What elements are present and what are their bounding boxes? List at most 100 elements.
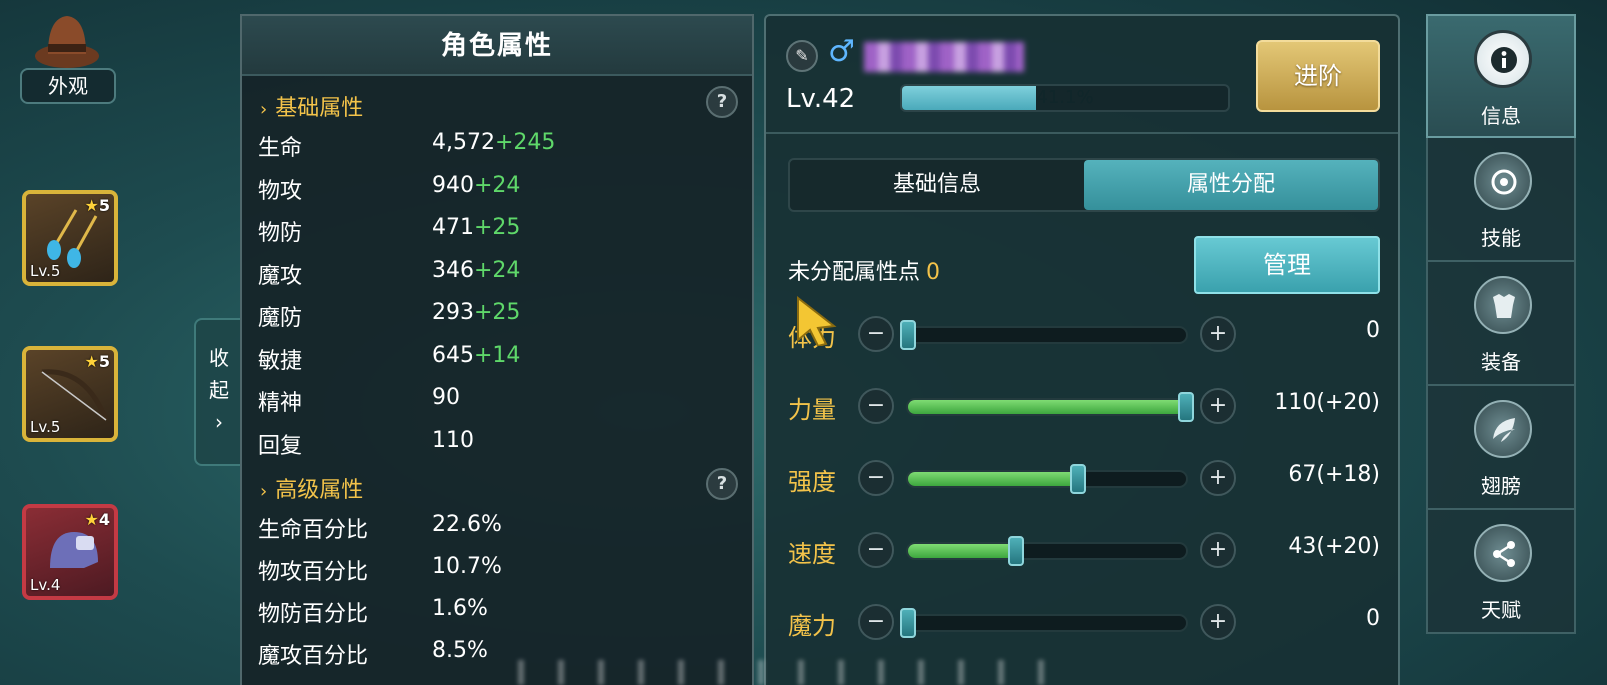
exp-progress-bar: 41.1% xyxy=(900,84,1230,112)
tab-attribute-allocation[interactable]: 属性分配 xyxy=(1084,160,1378,210)
slider-handle[interactable] xyxy=(900,608,916,638)
cursor-pointer-icon xyxy=(797,296,837,346)
slider-handle[interactable] xyxy=(1178,392,1194,422)
attribute-value: 346+24 xyxy=(432,257,521,283)
attribute-row: 物攻百分比 10.7% xyxy=(258,554,738,594)
attribute-name: 物攻 xyxy=(258,178,303,204)
attribute-row: 精神 90 xyxy=(258,385,738,425)
stat-allocation-row: 强度 − +67(+18) xyxy=(788,460,1380,500)
increase-button[interactable]: + xyxy=(1200,316,1236,352)
helmet-icon xyxy=(50,532,98,568)
slot-level: Lv.5 xyxy=(30,418,61,436)
attribute-name: 生命 xyxy=(258,136,303,161)
decrease-button[interactable]: − xyxy=(858,388,894,424)
advance-button[interactable]: 进阶 xyxy=(1256,40,1380,112)
character-header: ✎ ♂ Lv.42 41.1% 进阶 xyxy=(766,16,1398,134)
increase-button[interactable]: + xyxy=(1200,388,1236,424)
hat-icon xyxy=(35,16,99,68)
attribute-row: 回复 110 xyxy=(258,428,738,468)
attribute-row: 敏捷 645+14 xyxy=(258,343,738,383)
slot-level: Lv.4 xyxy=(30,576,61,594)
slot-stars: ★5 xyxy=(84,352,110,371)
stat-slider[interactable] xyxy=(906,464,1188,494)
earring-icon xyxy=(47,209,98,268)
sidebar-item-label: 信息 xyxy=(1481,104,1521,128)
attribute-value: 1.6% xyxy=(432,596,488,621)
slider-handle[interactable] xyxy=(1069,464,1086,494)
equipment-slot-bow[interactable]: ★5 Lv.5 xyxy=(22,346,118,442)
stat-slider[interactable] xyxy=(900,320,1188,350)
male-icon: ♂ xyxy=(828,34,855,69)
equipment-slot-helmet[interactable]: ★4 Lv.4 xyxy=(22,504,118,600)
sidebar-item-talent[interactable]: 天赋 xyxy=(1426,510,1576,634)
stat-name: 力量 xyxy=(788,396,836,424)
decrease-button[interactable]: − xyxy=(858,316,894,352)
sidebar-item-info[interactable]: 信息 xyxy=(1426,14,1576,138)
increase-button[interactable]: + xyxy=(1200,460,1236,496)
attribute-bonus: +25 xyxy=(474,215,521,240)
stat-slider-fill xyxy=(908,472,1078,486)
slider-handle[interactable] xyxy=(1008,536,1025,566)
help-icon[interactable]: ? xyxy=(706,468,738,500)
tab-bar: 基础信息 属性分配 xyxy=(788,158,1380,212)
section-basic: › 基础属性 xyxy=(260,96,364,121)
chevron-right-icon: › xyxy=(215,410,223,434)
sidebar-item-wings[interactable]: 翅膀 xyxy=(1426,386,1576,510)
exp-percent: 41.1% xyxy=(1036,87,1094,108)
attribute-row: 生命 4,572+245 xyxy=(258,130,738,170)
attribute-value: 940+24 xyxy=(432,172,521,198)
decrease-button[interactable]: − xyxy=(858,604,894,640)
stat-slider[interactable] xyxy=(906,392,1194,422)
sidebar-item-equipment[interactable]: 装备 xyxy=(1426,262,1576,386)
appearance-label: 外观 xyxy=(20,68,116,104)
attribute-value: 22.6% xyxy=(432,512,502,537)
armor-icon xyxy=(1474,276,1532,334)
stat-value: 0 xyxy=(1366,606,1380,631)
attribute-bonus: +245 xyxy=(494,130,556,155)
bow-icon xyxy=(41,369,109,421)
attribute-value: 293+25 xyxy=(432,300,521,325)
collapse-button[interactable]: 收 起 › xyxy=(194,318,242,466)
decrease-button[interactable]: − xyxy=(858,532,894,568)
increase-button[interactable]: + xyxy=(1200,604,1236,640)
unallocated-points: 未分配属性点 0 xyxy=(788,260,941,285)
attribute-value: 4,572+245 xyxy=(432,130,556,155)
attribute-bonus: +24 xyxy=(474,172,521,198)
attribute-value: 90 xyxy=(432,385,460,410)
stat-slider[interactable] xyxy=(900,608,1188,638)
attribute-name: 魔攻百分比 xyxy=(258,644,369,669)
attribute-row: 生命百分比 22.6% xyxy=(258,512,738,552)
slider-handle[interactable] xyxy=(900,320,916,350)
manage-button[interactable]: 管理 xyxy=(1194,236,1380,294)
sidebar-item-label: 装备 xyxy=(1481,350,1521,374)
stat-slider[interactable] xyxy=(906,536,1188,566)
equipment-slot-earring[interactable]: ★5 Lv.5 xyxy=(22,190,118,286)
attribute-value: 8.5% xyxy=(432,638,488,663)
appearance-button[interactable]: 外观 xyxy=(16,8,120,104)
edit-name-button[interactable]: ✎ xyxy=(786,40,818,72)
sidebar-item-label: 技能 xyxy=(1481,226,1521,250)
info-icon xyxy=(1474,30,1532,88)
section-advanced: › 高级属性 xyxy=(260,478,364,503)
attribute-bonus: +14 xyxy=(474,342,521,368)
sidebar-item-skill[interactable]: 技能 xyxy=(1426,138,1576,262)
share-icon xyxy=(1474,524,1532,582)
sidebar-item-label: 天赋 xyxy=(1481,598,1521,622)
stat-value: 110(+20) xyxy=(1274,390,1380,415)
attribute-value: 110 xyxy=(432,427,474,453)
attribute-name: 敏捷 xyxy=(258,348,303,374)
stat-value: 43(+20) xyxy=(1288,534,1380,559)
attribute-row: 物攻 940+24 xyxy=(258,173,738,213)
increase-button[interactable]: + xyxy=(1200,532,1236,568)
stat-name: 魔力 xyxy=(788,612,836,640)
tab-basic-info[interactable]: 基础信息 xyxy=(790,160,1084,210)
decrease-button[interactable]: − xyxy=(858,460,894,496)
attribute-panel: 角色属性 › 基础属性 ? 生命 4,572+245 物攻 940+24 物防 471+25… xyxy=(240,14,754,685)
attribute-value: 471+25 xyxy=(432,215,521,240)
attribute-value: 645+14 xyxy=(432,342,521,368)
attribute-row: 魔攻 346+24 xyxy=(258,258,738,298)
attribute-name: 生命百分比 xyxy=(258,518,369,543)
attribute-name: 回复 xyxy=(258,433,303,459)
help-icon[interactable]: ? xyxy=(706,86,738,118)
stat-allocation-row: 魔力 − +0 xyxy=(788,604,1380,644)
